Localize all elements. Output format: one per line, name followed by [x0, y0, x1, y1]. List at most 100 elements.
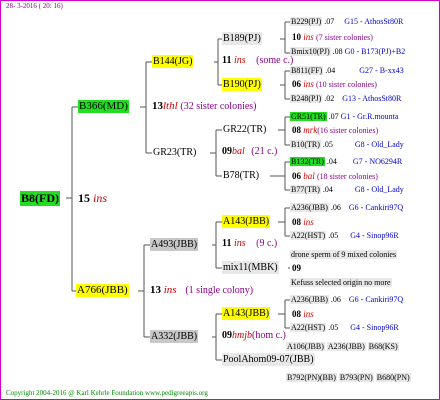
- gen4-9-val: .06: [330, 203, 341, 212]
- gen4-7-name: B132(TR): [290, 157, 325, 166]
- gen2-d-box[interactable]: A332(JBB): [150, 330, 199, 343]
- date-header: 28- 3-2016 ( 20: 16): [6, 2, 63, 10]
- gen4-12-name: Kefuss selected origin no more: [290, 278, 392, 287]
- gen4-3-name: B811(FF): [290, 66, 324, 75]
- gen3-7-box[interactable]: A143(JBB): [222, 307, 271, 320]
- gen4-row-6[interactable]: B10(TR) .05 G8 - Old_Lady: [290, 140, 404, 150]
- gen4-4-info: G13 - AthosSt80R: [342, 94, 402, 103]
- gen4-14-val: .05: [328, 323, 339, 332]
- gen4-1-name: B229(PJ): [290, 17, 323, 26]
- gen4-row-11[interactable]: drone sperm of 9 mixed colonies: [290, 250, 398, 260]
- gen3-4-ins: bal: [303, 171, 315, 181]
- gen3-3-info: 08 mrk(16 sister colonies): [292, 125, 378, 136]
- gen4-15-name: A106(JBB): [286, 342, 325, 351]
- gen2-c-box[interactable]: A493(JBB): [150, 238, 199, 251]
- gen2-c-count: 11: [222, 238, 232, 249]
- gen4-15-val: A236(JBB): [326, 342, 366, 351]
- gen2-d-ins: hmjb: [232, 330, 252, 341]
- gen2-c-info: 11 ins (9 c.): [222, 238, 277, 249]
- gen1-bottom-box[interactable]: A766(JBB): [76, 284, 129, 297]
- gen4-1-info: G15 - AthosSt80R: [344, 17, 404, 26]
- gen4-7-val: .04: [326, 157, 337, 166]
- gen3-3-note: (16 sister colonies): [317, 126, 379, 135]
- gen1-top-ins: lthl: [163, 100, 178, 112]
- gen4-row-1[interactable]: B229(PJ) .07 G15 - AthosSt80R: [290, 17, 403, 27]
- gen2-b-count: 09: [222, 146, 232, 157]
- gen3-6-box[interactable]: mix11(MBK): [222, 261, 279, 274]
- gen3-1-box[interactable]: B189(PJ): [222, 32, 262, 45]
- gen2-c-note: (9 c.): [256, 238, 278, 249]
- gen2-a-box[interactable]: B144(JG): [152, 55, 194, 68]
- gen4-row-12[interactable]: Kefuss selected origin no more: [290, 278, 392, 288]
- gen4-5-val: .07: [328, 112, 339, 121]
- gen3-6-info: 09: [292, 263, 301, 274]
- gen3-4-box[interactable]: B78(TR): [222, 169, 260, 182]
- gen4-row-7[interactable]: B132(TR) .04 G7 - NO6294R: [290, 157, 402, 167]
- gen3-1-info: 10 ins (7 sister colonies): [292, 32, 373, 43]
- gen4-14-name: A22(HST): [290, 323, 327, 332]
- gen4-row-4[interactable]: B248(PJ) .02 G13 - AthosSt80R: [290, 94, 401, 104]
- gen4-10-name: A22(HST): [290, 231, 327, 240]
- gen4-2-val: .08: [332, 47, 343, 56]
- gen4-row-10[interactable]: A22(HST) .05 G4 - Sinop96R: [290, 231, 399, 241]
- gen2-a-note: (some c.): [256, 55, 294, 66]
- gen4-16-name: B792(PN)(BB): [286, 373, 337, 382]
- gen2-d-count: 09: [222, 330, 232, 341]
- gen2-a-info: 11 ins (some c.): [222, 55, 293, 66]
- root-queen-box[interactable]: B8(FD): [20, 191, 60, 206]
- gen4-2-info: G0 - B173(PJ)+B2: [344, 47, 406, 56]
- gen4-16-info: B680(PN): [375, 373, 411, 382]
- gen3-3-box[interactable]: GR22(TR): [222, 123, 267, 136]
- gen4-15-info: B68(KS): [367, 342, 399, 351]
- gen4-5-info: G1 - Gr.R.mounta: [340, 112, 399, 121]
- gen2-b-note: (21 c.): [251, 146, 278, 157]
- gen4-row-2[interactable]: Bmix10(PJ) .08 G0 - B173(PJ)+B2: [290, 47, 405, 57]
- gen4-row-5[interactable]: GR51(TR) .07 G1 - Gr.R.mounta: [290, 112, 398, 122]
- gen3-2-ins: ins: [303, 79, 314, 89]
- gen4-row-16[interactable]: B792(PN)(BB) B793(PN) B680(PN): [286, 373, 411, 383]
- root-ins: ins: [93, 191, 108, 205]
- gen4-row-14[interactable]: A22(HST) .05 G4 - Sinop96R: [290, 323, 399, 333]
- gen4-9-info: G6 - Cankiri97Q: [348, 203, 404, 212]
- gen2-c-ins: ins: [233, 238, 246, 249]
- gen3-2-count: 06: [292, 79, 301, 89]
- copyright-footer: Copyright 2004-2016 @ Karl Kehrle Founda…: [6, 389, 208, 397]
- gen4-13-name: A236(JBB): [290, 295, 329, 304]
- gen3-4-count: 06: [292, 171, 301, 181]
- gen3-7-ins: ins: [303, 309, 314, 319]
- gen1-top-count: 13: [152, 100, 163, 112]
- gen4-2-name: Bmix10(PJ): [290, 47, 331, 56]
- gen4-11-name: drone sperm of 9 mixed colonies: [290, 250, 398, 259]
- gen4-9-name: A236(JBB): [290, 203, 329, 212]
- gen4-13-val: .06: [330, 295, 341, 304]
- gen4-row-9[interactable]: A236(JBB) .06 G6 - Cankiri97Q: [290, 203, 403, 213]
- gen3-6-count: 09: [292, 263, 301, 273]
- gen4-row-15[interactable]: A106(JBB) A236(JBB) B68(KS): [286, 342, 399, 352]
- gen3-7-info: 08 ins: [292, 309, 314, 320]
- gen4-4-val: .02: [324, 94, 335, 103]
- gen1-bottom-note: (1 single colony): [185, 285, 254, 296]
- gen4-6-val: .05: [322, 140, 333, 149]
- gen3-3-count: 08: [292, 125, 301, 135]
- gen4-3-val: .04: [325, 66, 336, 75]
- gen4-row-3[interactable]: B811(FF) .04 G27 - B-xx43: [290, 66, 404, 76]
- gen3-1-note: (7 sister colonies): [316, 33, 373, 42]
- gen3-5-info: 08 ins: [292, 217, 314, 228]
- gen3-1-ins: ins: [303, 32, 314, 42]
- gen2-d-note: (hom c.): [252, 330, 286, 341]
- gen1-bottom-info: 13 ins (1 single colony): [150, 284, 253, 296]
- gen1-top-box[interactable]: B366(MD): [78, 100, 129, 113]
- gen2-b-box[interactable]: GR23(TR): [152, 146, 197, 159]
- gen3-8-box[interactable]: PoolAhom09-07(JBB): [222, 353, 315, 366]
- gen4-row-13[interactable]: A236(JBB) .06 G6 - Cankiri97Q: [290, 295, 403, 305]
- gen4-6-info: G8 - Old_Lady: [354, 140, 404, 149]
- gen1-bottom-count: 13: [150, 284, 161, 296]
- gen4-10-info: G4 - Sinop96R: [350, 231, 399, 240]
- gen4-row-8[interactable]: B77(TR) .04 G8 - Old_Lady: [290, 185, 404, 195]
- gen3-2-box[interactable]: B190(PJ): [222, 78, 262, 91]
- gen3-5-ins: ins: [303, 217, 314, 227]
- gen1-top-info: 13lthl (32 sister colonies): [152, 100, 257, 112]
- gen2-a-count: 11: [222, 55, 232, 66]
- gen3-5-box[interactable]: A143(JBB): [222, 215, 271, 228]
- gen3-2-note: (10 sister colonies): [316, 80, 377, 89]
